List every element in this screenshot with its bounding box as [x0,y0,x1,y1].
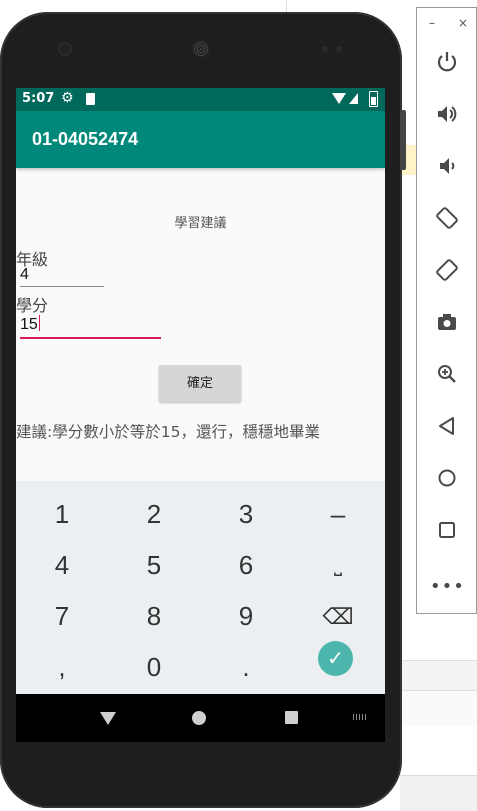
light-sensor [336,46,342,52]
status-time: 5:07 [22,91,55,106]
credit-input[interactable]: 15 [20,315,161,339]
nav-recents-icon[interactable] [285,711,298,724]
key-space[interactable]: ⎵ [292,540,384,591]
credit-value: 15 [20,316,38,333]
nav-home-icon[interactable] [192,711,206,725]
rotate-right-icon[interactable] [430,258,464,292]
desktop-divider [286,0,287,12]
more-icon[interactable]: ••• [430,570,464,604]
nav-back-icon[interactable] [100,712,116,725]
key-2[interactable]: 2 [108,489,200,540]
done-check-icon[interactable]: ✓ [318,641,353,676]
camera-icon[interactable] [430,310,464,344]
key-3[interactable]: 3 [200,489,292,540]
key-comma[interactable]: , [16,642,108,693]
sd-card-icon [86,93,95,105]
front-camera [60,44,70,54]
grade-value: 4 [20,266,29,283]
navigation-bar [16,694,385,742]
earpiece-speaker [192,40,210,58]
key-9[interactable]: 9 [200,591,292,642]
home-icon[interactable] [430,466,464,500]
proximity-sensor [322,46,328,52]
zoom-icon[interactable] [430,362,464,396]
advice-text: 建議:學分數小於等於15，還行，穩穩地畢業 [16,423,320,441]
battery-icon [369,91,378,107]
text-cursor [38,315,41,331]
overview-icon[interactable] [430,518,464,552]
phone-power-button [400,110,406,170]
key-4[interactable]: 4 [16,540,108,591]
main-content: 學習建議 年級 4 學分 15 確定 建議:學分數小於等於15，還行，穩穩地畢業 [16,168,385,481]
credit-label: 學分 [16,296,49,315]
key-0[interactable]: 0 [108,642,200,693]
app-bar: 01-04052474 [16,111,385,168]
phone-frame: 5:07 ⚙ 01-04052474 學習建議 年級 4 學分 15 確定 建議… [0,12,402,808]
page-heading: 學習建議 [174,216,227,231]
minimize-button[interactable]: – [429,16,435,30]
key-delete[interactable]: ⌫ [292,591,384,642]
key-period[interactable]: . [200,642,292,693]
phone-screen: 5:07 ⚙ 01-04052474 學習建議 年級 4 學分 15 確定 建議… [16,88,385,742]
key-8[interactable]: 8 [108,591,200,642]
key-1[interactable]: 1 [16,489,108,540]
back-icon[interactable] [430,414,464,448]
key-7[interactable]: 7 [16,591,108,642]
power-icon[interactable] [430,50,464,84]
desktop-panel-row [400,775,477,811]
status-bar: 5:07 ⚙ [16,88,385,111]
keyboard-switch-icon[interactable] [353,714,367,720]
key-minus[interactable]: – [292,489,384,540]
numeric-keyboard: 1 2 3 – 4 5 6 ⎵ 7 8 9 ⌫ , 0 . ✓ [16,481,385,694]
close-button[interactable]: × [458,16,468,30]
key-6[interactable]: 6 [200,540,292,591]
confirm-button[interactable]: 確定 [159,365,241,402]
wifi-icon [332,93,346,104]
rotate-left-icon[interactable] [430,206,464,240]
settings-icon: ⚙ [61,90,74,106]
volume-down-icon[interactable] [430,154,464,188]
desktop-panel-row [400,660,477,691]
desktop-panel-row [400,690,477,726]
key-5[interactable]: 5 [108,540,200,591]
signal-icon [349,93,358,104]
volume-up-icon[interactable] [430,102,464,136]
grade-input[interactable]: 4 [20,266,104,287]
emulator-toolbar: – × ••• [416,7,477,614]
app-title: 01-04052474 [32,129,139,149]
